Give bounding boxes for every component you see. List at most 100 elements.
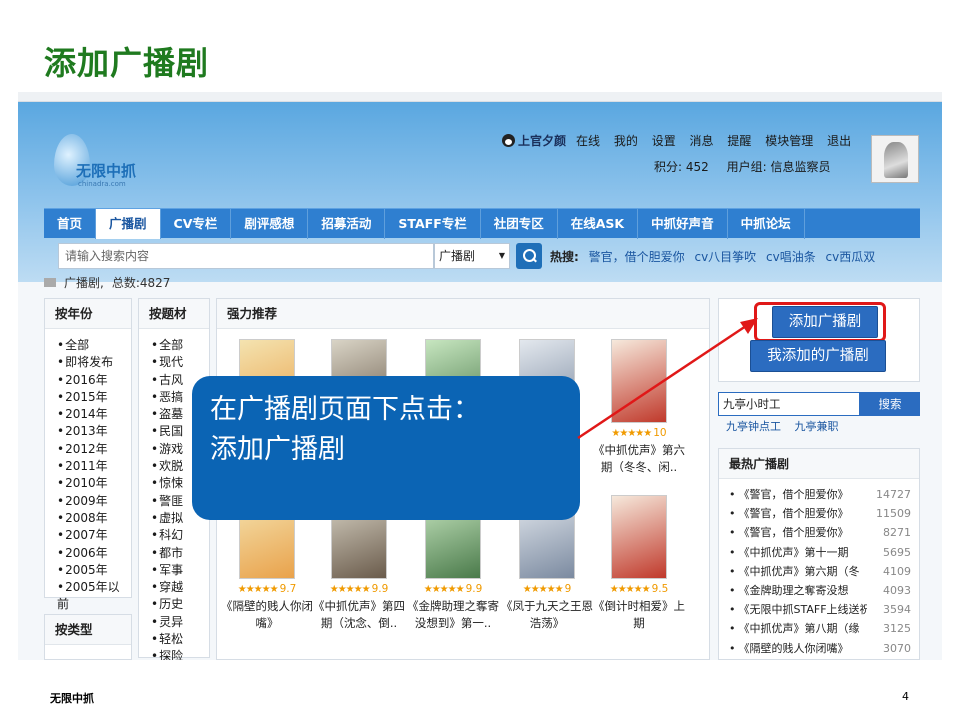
year-filter-item[interactable]: 2013年: [57, 423, 131, 440]
nav-radio-drama[interactable]: 广播剧: [96, 209, 161, 239]
qq-penguin-icon: [502, 134, 515, 147]
topic-filter-item[interactable]: 现代: [151, 354, 209, 371]
topic-filter-item[interactable]: 科幻: [151, 527, 209, 544]
nav-forum[interactable]: 中抓论坛: [728, 209, 805, 239]
drama-title[interactable]: 《凤于九天之王恩浩荡》: [501, 598, 593, 632]
site-header: 无限中抓 chinadra.com 上官夕颜 在线 我的 设置 消息 提醒 模块管…: [18, 102, 942, 282]
hot-item-title[interactable]: 《中抓优声》第六期（冬: [729, 562, 867, 581]
hot-item-title[interactable]: 《警官，借个胆爱你》: [729, 523, 867, 542]
hot-item-title[interactable]: 《警官，借个胆爱你》: [729, 485, 867, 504]
nav-recruit[interactable]: 招募活动: [308, 209, 386, 239]
recommend-title: 强力推荐: [217, 299, 709, 329]
rating-value: 10: [653, 427, 667, 439]
topic-filter-item[interactable]: 军事: [151, 562, 209, 579]
user-points[interactable]: 积分: 452: [654, 160, 709, 174]
drama-card[interactable]: ★★★★★ 9.5 《倒计时相爱》上期: [593, 495, 685, 632]
search-category-select[interactable]: 广播剧: [434, 243, 510, 269]
side-link[interactable]: 九亭兼职: [795, 420, 839, 433]
hot-list-item[interactable]: 《警官，借个胆爱你》 14727: [729, 485, 912, 504]
year-filter-item[interactable]: 2011年: [57, 458, 131, 475]
year-filter-item[interactable]: 2008年: [57, 510, 131, 527]
topic-filter-item[interactable]: 探险: [151, 648, 209, 660]
drama-cover[interactable]: [611, 339, 667, 423]
breadcrumb-current: 广播剧,: [64, 276, 104, 290]
link-reminders[interactable]: 提醒: [727, 134, 751, 148]
type-filter: 按类型: [44, 614, 132, 660]
year-filter-item[interactable]: 2012年: [57, 441, 131, 458]
search-input[interactable]: 请输入搜索内容: [58, 243, 434, 269]
site-logo[interactable]: 无限中抓 chinadra.com: [46, 124, 156, 194]
hot-list-item[interactable]: 《中抓优声》第十一期 5695: [729, 543, 912, 562]
year-filter-item[interactable]: 2007年: [57, 527, 131, 544]
drama-title[interactable]: 《中抓优声》第四期（沈念、倒..: [313, 598, 405, 632]
drama-title[interactable]: 《金牌助理之奪寄没想到》第一..: [407, 598, 499, 632]
nav-voice[interactable]: 中抓好声音: [638, 209, 728, 239]
search-icon[interactable]: [516, 243, 542, 269]
drama-title[interactable]: 《中抓优声》第六期（冬冬、闲..: [593, 442, 685, 476]
hot-list-item[interactable]: 《金牌助理之奪寄没想 4093: [729, 581, 912, 600]
hot-list-item[interactable]: 《警官，借个胆爱你》 11509: [729, 504, 912, 523]
year-filter-item[interactable]: 2010年: [57, 475, 131, 492]
hot-list-item[interactable]: 《无限中抓STAFF上线送祝 3594: [729, 600, 912, 619]
hot-item-title[interactable]: 《警官，借个胆爱你》: [729, 504, 867, 523]
drama-card[interactable]: ★★★★★ 10 《中抓优声》第六期（冬冬、闲..: [593, 339, 685, 476]
topic-filter-item[interactable]: 都市: [151, 545, 209, 562]
hot-item-title[interactable]: 《中抓优声》第八期（缘: [729, 619, 867, 638]
hot-item-title[interactable]: 《金牌助理之奪寄没想: [729, 581, 867, 600]
year-filter-item[interactable]: 2006年: [57, 545, 131, 562]
hot-list-item[interactable]: 《警官，借个胆爱你》 8271: [729, 523, 912, 542]
nav-cv[interactable]: CV专栏: [161, 209, 232, 239]
topic-filter-title: 按题材: [139, 299, 209, 329]
link-module-admin[interactable]: 模块管理: [765, 134, 813, 148]
avatar[interactable]: [871, 135, 919, 183]
nav-groups[interactable]: 社团专区: [481, 209, 558, 239]
hot-term[interactable]: 警官，借个胆爱你: [589, 250, 685, 264]
my-radio-dramas-button[interactable]: 我添加的广播剧: [750, 340, 886, 372]
nav-staff[interactable]: STAFF专栏: [385, 209, 481, 239]
link-mine[interactable]: 我的: [614, 134, 638, 148]
user-group[interactable]: 用户组: 信息监察员: [727, 160, 831, 174]
year-filter-title: 按年份: [45, 299, 131, 329]
topic-filter-item[interactable]: 历史: [151, 596, 209, 613]
hot-item-title[interactable]: 《中抓优声》第十一期: [729, 543, 867, 562]
hot-list-item[interactable]: 《中抓优声》第八期（缘 3125: [729, 619, 912, 638]
rating-stars: ★★★★★ 9.5: [609, 583, 669, 595]
drama-title[interactable]: 《隔壁的贱人你闭嘴》: [221, 598, 313, 632]
nav-reviews[interactable]: 剧评感想: [231, 209, 309, 239]
hot-item-title[interactable]: 《隔壁的贱人你闭嘴》: [729, 639, 867, 658]
drama-title[interactable]: 《倒计时相爱》上期: [593, 598, 685, 632]
topic-filter-item[interactable]: 穿越: [151, 579, 209, 596]
hot-term[interactable]: cv八目筝吹: [694, 250, 756, 264]
hot-list-item[interactable]: 《中抓优声》第六期（冬 4109: [729, 562, 912, 581]
link-logout[interactable]: 退出: [827, 134, 851, 148]
year-filter-item[interactable]: 2005年: [57, 562, 131, 579]
slide-title: 添加广播剧: [44, 44, 210, 82]
hot-term[interactable]: cv唱油条: [766, 250, 816, 264]
home-icon[interactable]: [44, 278, 56, 287]
topic-filter-item[interactable]: 轻松: [151, 631, 209, 648]
topic-filter-item[interactable]: 全部: [151, 337, 209, 354]
hot-item-title[interactable]: 《无限中抓STAFF上线送祝: [729, 600, 868, 619]
year-filter-item[interactable]: 2014年: [57, 406, 131, 423]
year-filter-item[interactable]: 2015年: [57, 389, 131, 406]
year-filter-item[interactable]: 即将发布: [57, 354, 131, 371]
year-filter-item[interactable]: 2016年: [57, 372, 131, 389]
side-search-input[interactable]: 九亭小时工: [718, 392, 860, 416]
hot-term[interactable]: cv西瓜双: [826, 250, 876, 264]
main-nav: 首页 广播剧 CV专栏 剧评感想 招募活动 STAFF专栏 社团专区 在线ASK…: [44, 208, 920, 239]
side-link[interactable]: 九亭钟点工: [726, 420, 781, 433]
drama-cover[interactable]: [611, 495, 667, 579]
topic-filter-item[interactable]: 灵异: [151, 614, 209, 631]
hot-list-item[interactable]: 《隔壁的贱人你闭嘴》 3070: [729, 639, 912, 658]
link-settings[interactable]: 设置: [652, 134, 676, 148]
username[interactable]: 上官夕颜: [518, 134, 566, 148]
year-filter-item[interactable]: 全部: [57, 337, 131, 354]
nav-home[interactable]: 首页: [44, 209, 97, 239]
nav-ask[interactable]: 在线ASK: [558, 209, 639, 239]
hot-item-count: 3070: [883, 641, 911, 655]
year-filter-item[interactable]: 2005年以前: [57, 579, 131, 614]
user-info: 积分: 452 用户组: 信息监察员: [654, 158, 844, 175]
side-search-button[interactable]: 搜索: [860, 392, 920, 416]
link-messages[interactable]: 消息: [690, 134, 714, 148]
year-filter-item[interactable]: 2009年: [57, 493, 131, 510]
